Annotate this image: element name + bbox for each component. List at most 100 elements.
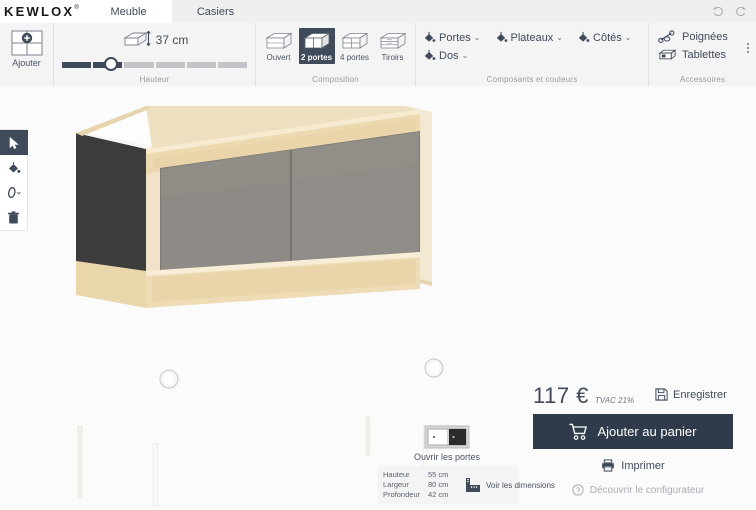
print-button-label: Imprimer (621, 460, 664, 472)
dimension-key-largeur: Largeur (383, 480, 428, 490)
undo-icon[interactable] (712, 5, 725, 18)
select-tool[interactable] (0, 130, 28, 155)
accessory-poignees-label: Poignées (682, 31, 728, 43)
height-value: 37 cm (156, 33, 189, 47)
chevron-down-icon: ⌄ (625, 33, 632, 42)
question-circle-icon (572, 484, 584, 496)
paint-icon (423, 49, 436, 62)
paint-bucket-icon (7, 161, 21, 175)
topbar-tools (712, 0, 756, 23)
composition-option-tiroirs-label: Tiroirs (382, 53, 404, 62)
component-dropdown-cotes[interactable]: Côtés ⌄ (577, 31, 631, 44)
discover-configurator-link[interactable]: Découvrir le configurateur (533, 484, 743, 496)
handles-icon (658, 30, 677, 44)
shape-tool[interactable] (0, 180, 28, 205)
accessory-tablettes[interactable]: Tablettes (658, 44, 756, 62)
composition-option-4portes-label: 4 portes (340, 53, 369, 62)
open-doors-button[interactable]: Ouvrir les portes (417, 425, 477, 462)
composition-option-tiroirs[interactable]: Tiroirs (375, 28, 411, 64)
topbar-spacer (259, 0, 712, 23)
chevron-down-icon: ⌄ (474, 33, 481, 42)
ruler-icon (464, 476, 482, 494)
composition-option-2portes[interactable]: 2 portes (299, 28, 335, 64)
printer-icon (601, 459, 615, 472)
accessory-poignees[interactable]: Poignées (658, 26, 756, 44)
ribbon-group-components: Portes ⌄ Plateaux ⌄ Côtés ⌄ (415, 23, 648, 86)
height-group-label: Hauteur (54, 75, 255, 84)
shelves-icon (658, 48, 677, 62)
composition-group-label: Composition (256, 75, 415, 84)
print-button[interactable]: Imprimer (533, 459, 733, 472)
tab-meuble-label: Meuble (110, 6, 146, 18)
component-dropdown-portes[interactable]: Portes ⌄ (423, 31, 481, 44)
composition-option-2portes-label: 2 portes (301, 53, 332, 62)
brand-logo[interactable]: KEWLOX® (0, 0, 85, 23)
add-module-label: Ajouter (12, 58, 41, 68)
ribbon-toolbar: Ajouter 37 cm (0, 23, 756, 86)
tab-casiers-label: Casiers (197, 6, 234, 18)
shopping-cart-icon (569, 423, 588, 441)
component-dropdown-dos[interactable]: Dos ⌄ (423, 49, 468, 62)
open-doors-icon (424, 425, 470, 449)
add-to-cart-label: Ajouter au panier (597, 424, 696, 439)
composition-option-ouvert-label: Ouvert (266, 53, 290, 62)
paint-icon (495, 31, 508, 44)
add-to-cart-button[interactable]: Ajouter au panier (533, 414, 733, 449)
dimension-row-profondeur: Profondeur 42 cm (383, 490, 462, 500)
ribbon-group-height: 37 cm Hauteur (53, 23, 255, 86)
height-slider-track[interactable] (62, 62, 247, 68)
slider-segment (62, 62, 91, 68)
components-group-label: Composants et couleurs (416, 75, 648, 84)
paint-icon (577, 31, 590, 44)
paint-icon (423, 31, 436, 44)
tab-casiers[interactable]: Casiers (172, 0, 259, 23)
cursor-icon (7, 136, 21, 150)
height-readout: 37 cm (121, 30, 189, 50)
add-module-button[interactable]: Ajouter (11, 26, 43, 68)
kewlox-configurator-app: KEWLOX® Meuble Casiers (0, 0, 756, 510)
open-doors-label: Ouvrir les portes (414, 452, 480, 462)
components-row-1: Portes ⌄ Plateaux ⌄ Côtés ⌄ (423, 26, 648, 44)
cabinet-open-icon (264, 31, 294, 52)
composition-options: Ouvert 2 portes (256, 26, 415, 64)
price-value: 117 € (533, 383, 589, 409)
brand-logo-text: KEWLOX (4, 4, 74, 19)
floppy-disk-icon (655, 388, 668, 401)
kebab-menu-icon[interactable] (747, 43, 749, 53)
paint-tool[interactable] (0, 155, 28, 180)
accessories-group-label: Accessoires (649, 75, 756, 84)
tab-meuble[interactable]: Meuble (85, 0, 172, 23)
height-slider[interactable] (62, 57, 247, 71)
trademark-symbol: ® (74, 5, 81, 11)
slider-segment (156, 62, 185, 68)
dimension-row-largeur: Largeur 80 cm (383, 480, 462, 490)
discover-configurator-label: Découvrir le configurateur (590, 485, 705, 496)
ellipse-icon (6, 185, 22, 200)
trash-icon (7, 211, 20, 225)
dimensions-panel: Hauteur 55 cm Largeur 80 cm Profondeur 4… (378, 466, 518, 504)
chevron-down-icon: ⌄ (556, 33, 563, 42)
add-module-icon (11, 30, 43, 56)
composition-option-ouvert[interactable]: Ouvert (261, 28, 297, 64)
slider-segment (218, 62, 247, 68)
cabinet-2doors-icon (302, 31, 332, 52)
component-dropdown-portes-label: Portes (439, 32, 471, 44)
composition-option-4portes[interactable]: 4 portes (337, 28, 373, 64)
dimension-value-profondeur: 42 cm (428, 490, 462, 500)
dimension-row-hauteur: Hauteur 55 cm (383, 470, 462, 480)
height-slider-handle[interactable] (104, 57, 118, 71)
cabinet-4doors-icon (340, 31, 370, 52)
top-bar: KEWLOX® Meuble Casiers (0, 0, 756, 23)
dimensions-table: Hauteur 55 cm Largeur 80 cm Profondeur 4… (383, 470, 462, 500)
tool-palette (0, 129, 28, 231)
dimension-value-largeur: 80 cm (428, 480, 462, 490)
redo-icon[interactable] (734, 5, 747, 18)
price-block: 117 € TVAC 21% (533, 383, 634, 409)
delete-tool[interactable] (0, 205, 28, 230)
save-button[interactable]: Enregistrer (655, 388, 727, 401)
component-dropdown-cotes-label: Côtés (593, 32, 622, 44)
component-dropdown-plateaux-label: Plateaux (511, 32, 554, 44)
component-dropdown-dos-label: Dos (439, 50, 459, 62)
component-dropdown-plateaux[interactable]: Plateaux ⌄ (495, 31, 564, 44)
dimension-value-hauteur: 55 cm (428, 470, 462, 480)
